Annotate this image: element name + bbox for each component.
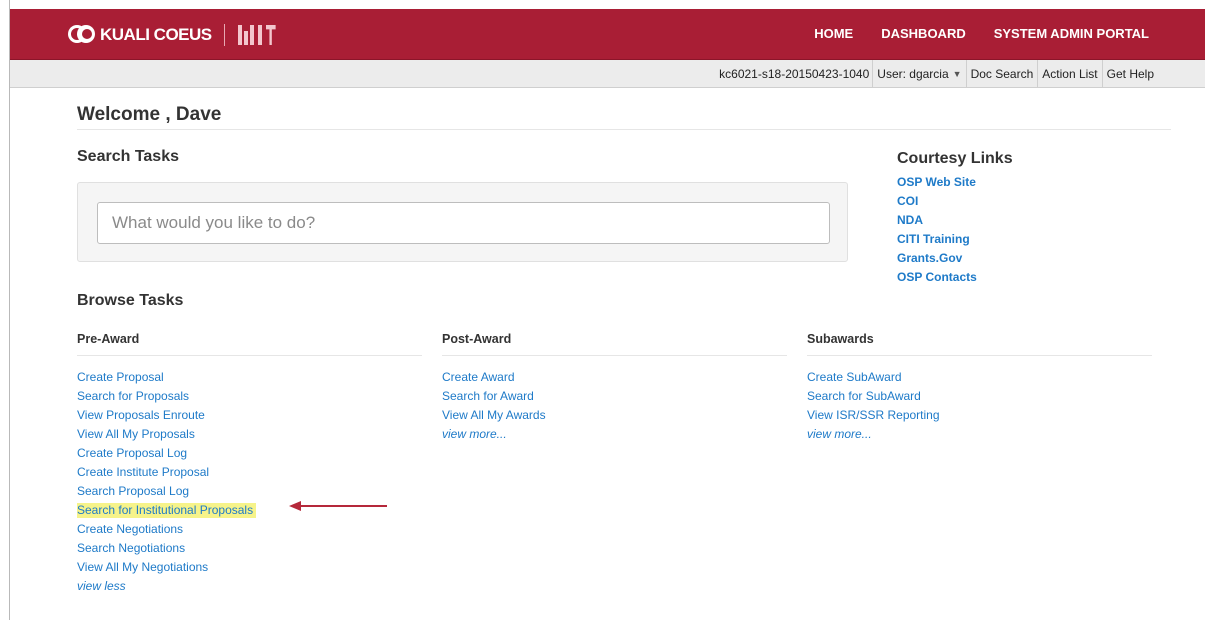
- courtesy-links-heading: Courtesy Links: [897, 150, 1013, 167]
- subawards-column: Subawards Create SubAward Search for Sub…: [807, 332, 1152, 444]
- link-coi[interactable]: COI: [897, 192, 1013, 211]
- kuali-coeus-logo[interactable]: KUALI COEUS: [68, 23, 276, 47]
- doc-search-button[interactable]: Doc Search: [965, 60, 1038, 87]
- window-top-edge: [0, 0, 1215, 9]
- logo-text: KUALI COEUS: [100, 25, 212, 44]
- action-list-button[interactable]: Action List: [1037, 60, 1101, 87]
- task-create-negotiations[interactable]: Create Negotiations: [77, 522, 183, 536]
- nav-dashboard[interactable]: DASHBOARD: [881, 26, 966, 41]
- page-title: Welcome , Dave: [77, 104, 222, 125]
- post-award-heading: Post-Award: [442, 332, 787, 356]
- utility-bar: kc6021-s18-20150423-1040 User: dgarcia ▼ …: [10, 60, 1205, 88]
- get-help-button[interactable]: Get Help: [1101, 60, 1158, 87]
- nav-home[interactable]: HOME: [814, 26, 853, 41]
- kc-logo-icon: [68, 23, 98, 47]
- task-view-all-my-awards[interactable]: View All My Awards: [442, 408, 546, 422]
- search-panel: [77, 182, 848, 262]
- top-navbar: KUALI COEUS HOME DASHBOARD SYSTEM ADMIN …: [10, 9, 1205, 60]
- task-search-for-award[interactable]: Search for Award: [442, 389, 534, 403]
- annotation-arrow-icon: [289, 501, 387, 511]
- mit-logo-icon: [237, 25, 276, 45]
- task-search-negotiations[interactable]: Search Negotiations: [77, 541, 185, 555]
- link-citi-training[interactable]: CITI Training: [897, 230, 1013, 249]
- task-view-proposals-enroute[interactable]: View Proposals Enroute: [77, 408, 205, 422]
- user-label: User: dgarcia: [877, 66, 949, 81]
- link-osp-web-site[interactable]: OSP Web Site: [897, 173, 1013, 192]
- subawards-heading: Subawards: [807, 332, 1152, 356]
- environment-label: kc6021-s18-20150423-1040: [719, 66, 870, 81]
- task-create-institute-proposal[interactable]: Create Institute Proposal: [77, 465, 209, 479]
- search-tasks-input[interactable]: [97, 202, 830, 244]
- task-search-for-subaward[interactable]: Search for SubAward: [807, 389, 921, 403]
- task-create-subaward[interactable]: Create SubAward: [807, 370, 902, 384]
- task-create-proposal-log[interactable]: Create Proposal Log: [77, 446, 187, 460]
- post-award-view-more[interactable]: view more...: [442, 427, 507, 441]
- main-nav: HOME DASHBOARD SYSTEM ADMIN PORTAL: [814, 26, 1149, 41]
- browse-tasks-heading: Browse Tasks: [77, 292, 184, 309]
- task-search-proposal-log[interactable]: Search Proposal Log: [77, 484, 189, 498]
- pre-award-column: Pre-Award Create Proposal Search for Pro…: [77, 332, 422, 596]
- user-menu[interactable]: User: dgarcia ▼: [872, 60, 965, 87]
- task-create-proposal[interactable]: Create Proposal: [77, 370, 164, 384]
- task-view-all-my-negotiations[interactable]: View All My Negotiations: [77, 560, 208, 574]
- courtesy-links: Courtesy Links OSP Web Site COI NDA CITI…: [897, 150, 1013, 287]
- nav-system-admin-portal[interactable]: SYSTEM ADMIN PORTAL: [994, 26, 1149, 41]
- window-left-edge: [0, 0, 10, 620]
- logo-divider: [223, 24, 225, 46]
- subawards-view-more[interactable]: view more...: [807, 427, 872, 441]
- pre-award-heading: Pre-Award: [77, 332, 422, 356]
- pre-award-view-less[interactable]: view less: [77, 579, 126, 593]
- caret-down-icon: ▼: [952, 68, 962, 79]
- title-divider: [77, 129, 1171, 130]
- task-create-award[interactable]: Create Award: [442, 370, 515, 384]
- task-view-isr-ssr-reporting[interactable]: View ISR/SSR Reporting: [807, 408, 940, 422]
- link-grants-gov[interactable]: Grants.Gov: [897, 249, 1013, 268]
- link-nda[interactable]: NDA: [897, 211, 1013, 230]
- link-osp-contacts[interactable]: OSP Contacts: [897, 268, 1013, 287]
- task-search-for-proposals[interactable]: Search for Proposals: [77, 389, 189, 403]
- search-tasks-heading: Search Tasks: [77, 148, 179, 165]
- task-view-all-my-proposals[interactable]: View All My Proposals: [77, 427, 195, 441]
- post-award-column: Post-Award Create Award Search for Award…: [442, 332, 787, 444]
- task-search-for-institutional-proposals[interactable]: Search for Institutional Proposals: [77, 503, 257, 518]
